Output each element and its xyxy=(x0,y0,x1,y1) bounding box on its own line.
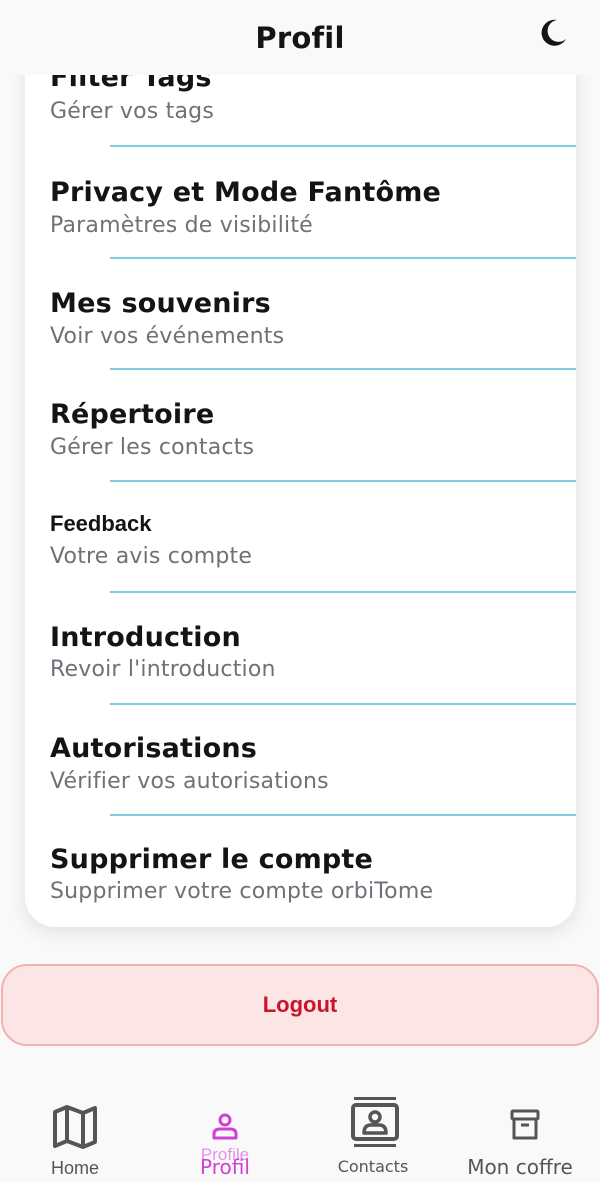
map-icon xyxy=(53,1105,97,1149)
settings-item-title: Introduction xyxy=(50,622,241,653)
tab-home-label: Home xyxy=(50,1158,99,1178)
settings-item-title: Feedback xyxy=(50,511,152,536)
tab-contacts[interactable]: Contacts xyxy=(323,1082,423,1182)
settings-item-title: Privacy et Mode Fantôme xyxy=(50,177,442,208)
settings-item-subtitle: Supprimer votre compte orbiTome xyxy=(50,879,434,904)
settings-item-subtitle: Votre avis compte xyxy=(50,544,253,569)
theme-toggle-button[interactable] xyxy=(538,18,568,48)
settings-item-directory[interactable]: Répertoire Gérer les contacts xyxy=(25,370,576,481)
settings-item-subtitle: Revoir l'introduction xyxy=(50,657,276,682)
settings-card: Filter Tags Gérer vos tags Privacy et Mo… xyxy=(25,20,576,927)
tab-contacts-label: Contacts xyxy=(337,1157,409,1176)
bottom-tab-bar: Home Profile Profil Contacts Mon coffre xyxy=(0,1082,600,1182)
settings-item-title: Supprimer le compte xyxy=(50,844,374,875)
page-title: Profil xyxy=(255,20,345,55)
settings-item-feedback[interactable]: Feedback Votre avis compte xyxy=(25,482,576,593)
contacts-icon xyxy=(351,1097,399,1147)
tab-vault-label: Mon coffre xyxy=(467,1155,573,1179)
settings-item-subtitle: Gérer vos tags xyxy=(50,99,214,124)
moon-icon xyxy=(541,19,566,46)
settings-item-title: Répertoire xyxy=(50,399,215,430)
settings-item-privacy[interactable]: Privacy et Mode Fantôme Paramètres de vi… xyxy=(25,147,576,258)
settings-item-memories[interactable]: Mes souvenirs Voir vos événements xyxy=(25,259,576,370)
settings-item-introduction[interactable]: Introduction Revoir l'introduction xyxy=(25,593,576,704)
logout-label: Logout xyxy=(262,992,338,1017)
tab-profile-label: Profil xyxy=(200,1155,250,1179)
settings-item-delete-account[interactable]: Supprimer le compte Supprimer votre comp… xyxy=(25,816,576,927)
app-header: Profil xyxy=(0,0,600,75)
tab-vault[interactable]: Mon coffre xyxy=(460,1082,590,1182)
settings-item-title: Autorisations xyxy=(50,733,258,764)
tab-profile[interactable]: Profile Profil xyxy=(175,1082,275,1182)
logout-button[interactable]: Logout xyxy=(1,964,599,1046)
person-icon xyxy=(212,1113,238,1140)
settings-item-subtitle: Vérifier vos autorisations xyxy=(50,769,329,794)
archive-icon xyxy=(510,1109,540,1140)
tab-home[interactable]: Home xyxy=(25,1082,125,1182)
settings-item-permissions[interactable]: Autorisations Vérifier vos autorisations xyxy=(25,705,576,816)
settings-item-subtitle: Paramètres de visibilité xyxy=(50,213,313,238)
settings-item-subtitle: Voir vos événements xyxy=(50,324,285,349)
settings-item-subtitle: Gérer les contacts xyxy=(50,435,255,460)
settings-item-title: Mes souvenirs xyxy=(50,288,271,319)
